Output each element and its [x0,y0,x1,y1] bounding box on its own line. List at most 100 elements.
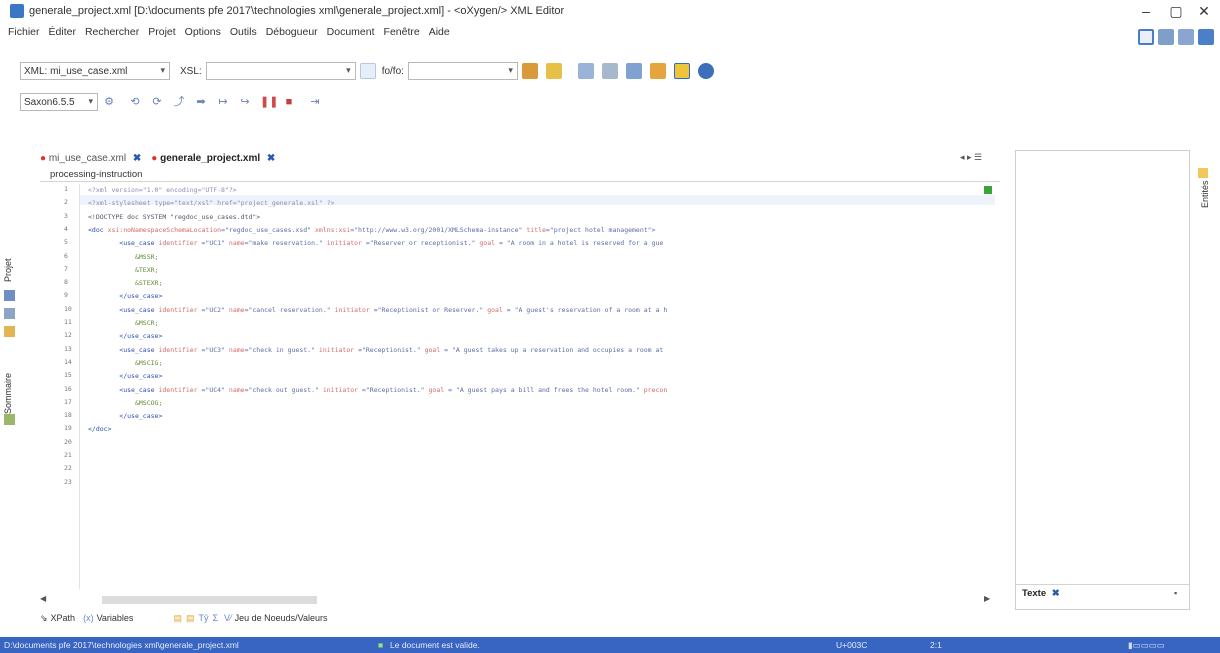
scrollbar-thumb[interactable] [102,596,317,604]
code-token: ="UC3" [201,345,229,354]
link-icon[interactable]: ⇥ [308,95,322,109]
scroll-left-icon[interactable]: ◀ [40,594,46,603]
scroll-right-icon[interactable]: ▶ [984,594,990,603]
projet-side-tab[interactable]: Projet [3,258,13,282]
horizontal-scrollbar[interactable]: ◀ ▶ [40,594,995,605]
clock-icon[interactable] [625,63,642,79]
editor-perspective-icon[interactable] [1138,29,1154,45]
texte-tab[interactable]: Texte ✖ [1022,588,1060,599]
close-tab-icon[interactable]: ✖ [1052,588,1060,599]
line-number: 7 [64,264,68,273]
code-line[interactable]: </use_case> [88,291,162,301]
close-button[interactable]: ✕ [1186,2,1220,20]
step-over-icon[interactable]: ⟳ [150,95,164,109]
xpath-view-tab[interactable]: XPath [51,613,76,623]
engine-selector[interactable]: Saxon6.5.5 ▾ [20,93,98,111]
elements-icon[interactable] [4,326,15,337]
pause-icon[interactable]: ❚❚ [260,95,278,109]
run-to-cursor-icon[interactable]: ↦ [216,95,230,109]
code-token: initiator [318,345,359,354]
code-token: <!DOCTYPE doc SYSTEM "regdoc_use_cases.d… [88,212,261,221]
code-line[interactable]: </use_case> [88,411,162,421]
code-token: xsi:noNamespaceSchemaLocation [107,225,222,234]
code-line[interactable]: &MSSR; [88,252,159,262]
xslt-debugger-perspective-icon[interactable] [1158,29,1174,45]
code-line[interactable]: <!DOCTYPE doc SYSTEM "regdoc_use_cases.d… [88,212,260,222]
code-token: title [526,225,546,234]
outline-icon[interactable] [4,290,15,301]
close-tab-icon[interactable]: ✖ [133,153,141,164]
panel-menu-icon[interactable]: ▪ [1174,588,1177,598]
step-out-icon[interactable]: ⤴ [172,95,186,109]
code-line[interactable]: </use_case> [88,331,162,341]
close-tab-icon[interactable]: ✖ [267,153,275,164]
database-perspective-icon[interactable] [1198,29,1214,45]
xml-selector[interactable]: XML: mi_use_case.xml ▾ [20,62,170,80]
nodeset-view-tab[interactable]: Jeu de Noeuds/Valeurs [235,613,328,623]
code-token: goal [479,239,499,248]
check-wellformed-icon[interactable] [601,63,618,79]
menu-options[interactable]: Options [185,26,221,38]
xml-editor[interactable]: 1 2 3 4 5 6 7 8 9 10 11 12 13 14 15 16 17 18 19 20 21 22 23 <?… [40,184,995,589]
stop-icon[interactable]: ■ [282,95,296,109]
open-folder-icon[interactable] [545,63,562,79]
search-icon[interactable] [697,63,714,79]
line-number: 8 [64,278,68,287]
menu-fichier[interactable]: Fichier [8,26,40,38]
apply-transform-icon[interactable] [521,63,538,79]
transform-toolbar: XML: mi_use_case.xml ▾ XSL: ▾ fo/fo: ▾ [0,58,1220,84]
attributes-icon[interactable] [4,308,15,319]
code-line[interactable]: &MSCIG; [88,358,162,368]
code-token: ="Receptionist." [358,345,425,354]
code-token: <?xml-stylesheet type="text/xsl" href="p… [88,199,335,208]
code-line[interactable]: &STEXR; [88,278,162,288]
xquery-debugger-perspective-icon[interactable] [1178,29,1194,45]
code-line[interactable]: <use_case identifier ="UC1" name="make r… [88,238,663,248]
code-line[interactable]: &MSCOG; [88,398,162,408]
code-token: xmlns:xsi [315,225,351,234]
run-to-end-icon[interactable]: ↪ [238,95,252,109]
code-line[interactable]: <use_case identifier ="UC3" name="check … [88,345,667,355]
menu-fenetre[interactable]: Fenêtre [384,26,420,38]
entites-side-tab[interactable]: Entités [1200,180,1210,208]
code-line[interactable]: <doc xsi:noNamespaceSchemaLocation="regd… [88,225,656,235]
code-line[interactable]: </doc> [88,424,111,434]
menu-editer[interactable]: Éditer [49,26,76,38]
associate-xsl-icon[interactable] [359,63,376,79]
menu-document[interactable]: Document [327,26,375,38]
configure-transform-icon[interactable] [673,63,690,79]
model-icon[interactable] [4,414,15,425]
validate-icon[interactable] [577,63,594,79]
code-token: </use_case> [88,292,163,301]
xsl-selector[interactable]: ▾ [205,62,356,80]
step-into-icon[interactable]: ⟲ [128,95,142,109]
line-number: 15 [64,371,72,380]
gear-icon[interactable]: ⚙ [102,95,116,109]
menu-debogueur[interactable]: Débogueur [266,26,318,38]
menu-bar: Fichier Éditer Rechercher Projet Options… [0,22,1220,42]
code-line[interactable]: <?xml-stylesheet type="text/xsl" href="p… [88,198,335,208]
fo-selector[interactable]: ▾ [407,62,518,80]
xpath-icon[interactable] [649,63,666,79]
code-line[interactable]: <?xml version="1.0" encoding="UTF-8"?> [88,185,237,195]
run-icon[interactable]: ➡ [194,95,208,109]
variables-view-tab[interactable]: Variables [97,613,134,623]
menu-aide[interactable]: Aide [429,26,450,38]
line-number: 22 [64,464,72,473]
sommaire-side-tab[interactable]: Sommaire [3,373,13,414]
tab-generale-project[interactable]: ● generale_project.xml ✖ [151,153,275,164]
code-line[interactable]: </use_case> [88,371,162,381]
code-line[interactable]: &TEXR; [88,265,159,275]
menu-outils[interactable]: Outils [230,26,257,38]
window-title: generale_project.xml [D:\documents pfe 2… [29,5,565,17]
breadcrumb[interactable]: processing-instruction [40,168,1000,182]
code-token: ="UC1" [201,239,229,248]
tab-mi-use-case[interactable]: ● mi_use_case.xml ✖ [40,153,141,164]
code-line[interactable]: <use_case identifier ="UC4" name="check … [88,385,667,395]
code-line[interactable]: &MSCR; [88,318,159,328]
xpath-icon: ⇘ [40,612,48,623]
menu-projet[interactable]: Projet [148,26,175,38]
code-line[interactable]: <use_case identifier ="UC2" name="cancel… [88,305,667,315]
tab-navigation-icon[interactable]: ◂ ▸ ☰ [960,152,982,163]
menu-rechercher[interactable]: Rechercher [85,26,139,38]
